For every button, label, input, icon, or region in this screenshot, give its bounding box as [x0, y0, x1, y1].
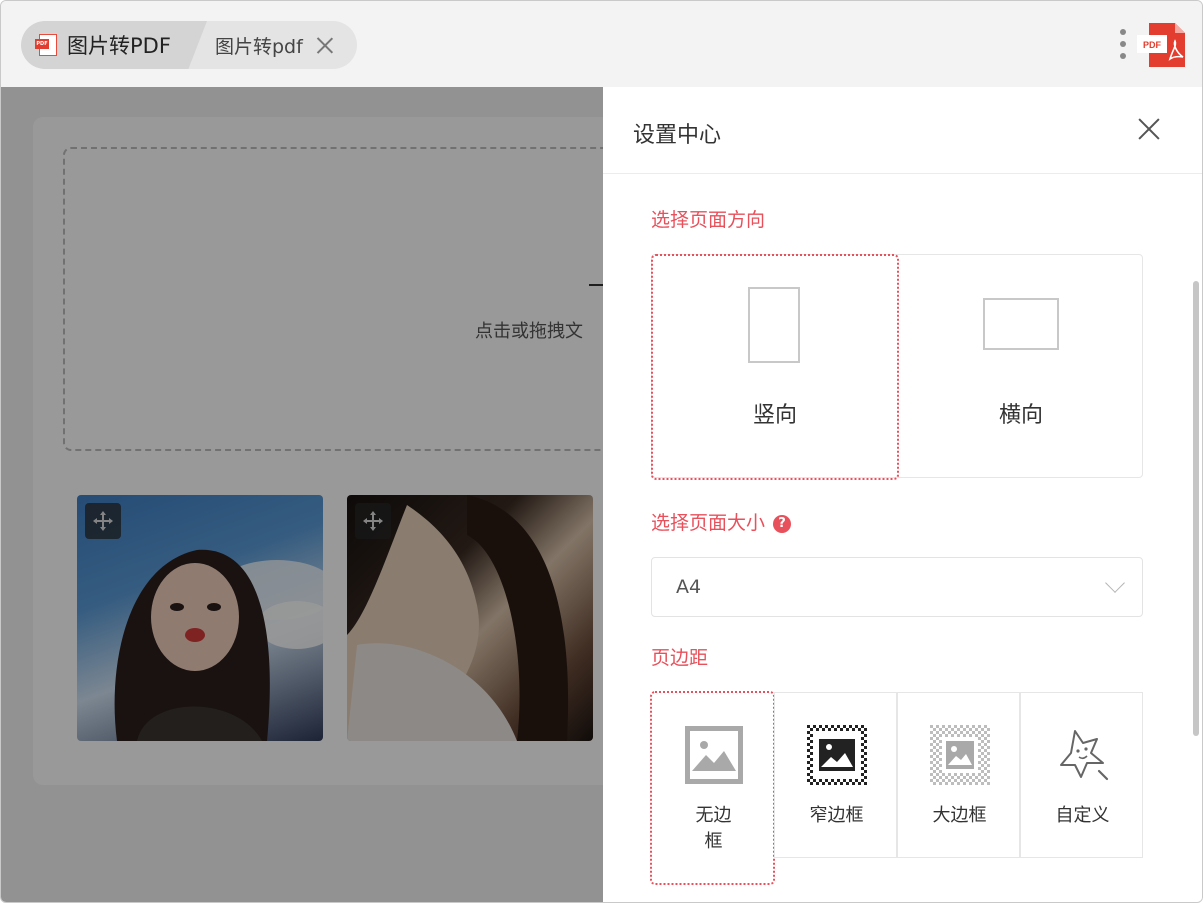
help-icon[interactable]: ?	[773, 515, 792, 533]
modal-overlay[interactable]	[1, 87, 603, 902]
orientation-portrait-option[interactable]: 竖向	[651, 254, 899, 480]
title-bar: PDF 图片转PDF 图片转pdf PDF	[1, 1, 1202, 87]
margin-narrow-option[interactable]: 窄边框	[774, 692, 897, 858]
wide-border-image-icon	[930, 725, 990, 785]
margin-options: 无边框 窄边框 大边框 自定义	[650, 691, 1143, 886]
orientation-landscape-option[interactable]: 横向	[898, 255, 1144, 479]
margin-label-narrow: 窄边框	[809, 805, 864, 826]
tab-strip: PDF 图片转PDF 图片转pdf	[21, 21, 357, 69]
page-size-section: 选择页面大小?	[651, 508, 792, 535]
portrait-page-icon	[748, 287, 800, 363]
page-size-value: A4	[676, 576, 702, 598]
margin-label-wide: 大边框	[932, 805, 987, 826]
margin-none-option[interactable]: 无边框	[650, 691, 775, 885]
app-window: PDF 图片转PDF 图片转pdf PDF 点击或拖拽文 设置中心 选择页面方向…	[0, 0, 1203, 903]
more-vertical-icon[interactable]	[1119, 29, 1127, 61]
settings-drawer: 设置中心 选择页面方向 竖向 横向 选择页面大小? A4 页边距 无边 框 窄边…	[603, 87, 1202, 902]
scrollbar-thumb[interactable]	[1193, 281, 1199, 736]
landscape-page-icon	[983, 298, 1059, 350]
chevron-down-icon	[1105, 573, 1125, 593]
drawer-title: 设置中心	[633, 123, 722, 148]
custom-star-icon	[1060, 730, 1109, 781]
page-size-label: 选择页面大小	[651, 512, 766, 534]
margin-wide-option[interactable]: 大边框	[897, 692, 1020, 858]
pdf-file-icon: PDF	[35, 34, 59, 56]
page-size-select[interactable]: A4	[651, 557, 1143, 617]
tab-image-to-pdf-2[interactable]: 图片转pdf	[215, 21, 357, 69]
pdf-logo-icon: PDF	[1137, 21, 1187, 69]
no-border-image-icon	[685, 726, 743, 784]
narrow-border-image-icon	[807, 725, 867, 785]
tab-label: 图片转PDF	[67, 34, 171, 58]
margin-custom-option[interactable]: 自定义	[1020, 692, 1143, 858]
tab-image-to-pdf-content[interactable]: PDF 图片转PDF	[35, 21, 171, 69]
close-icon[interactable]	[315, 35, 335, 55]
orientation-label: 选择页面方向	[651, 209, 766, 231]
tab-label: 图片转pdf	[215, 35, 303, 58]
orientation-label-portrait: 竖向	[752, 403, 797, 428]
svg-text:PDF: PDF	[1143, 40, 1162, 50]
drawer-header: 设置中心	[603, 87, 1202, 174]
margin-label-none: 无边框	[695, 805, 732, 852]
orientation-label-landscape: 横向	[998, 403, 1043, 428]
margin-label-custom: 自定义	[1055, 805, 1110, 826]
margin-label: 页边距	[651, 647, 709, 669]
close-icon[interactable]	[1137, 117, 1161, 141]
orientation-options: 竖向 横向	[651, 254, 1144, 480]
